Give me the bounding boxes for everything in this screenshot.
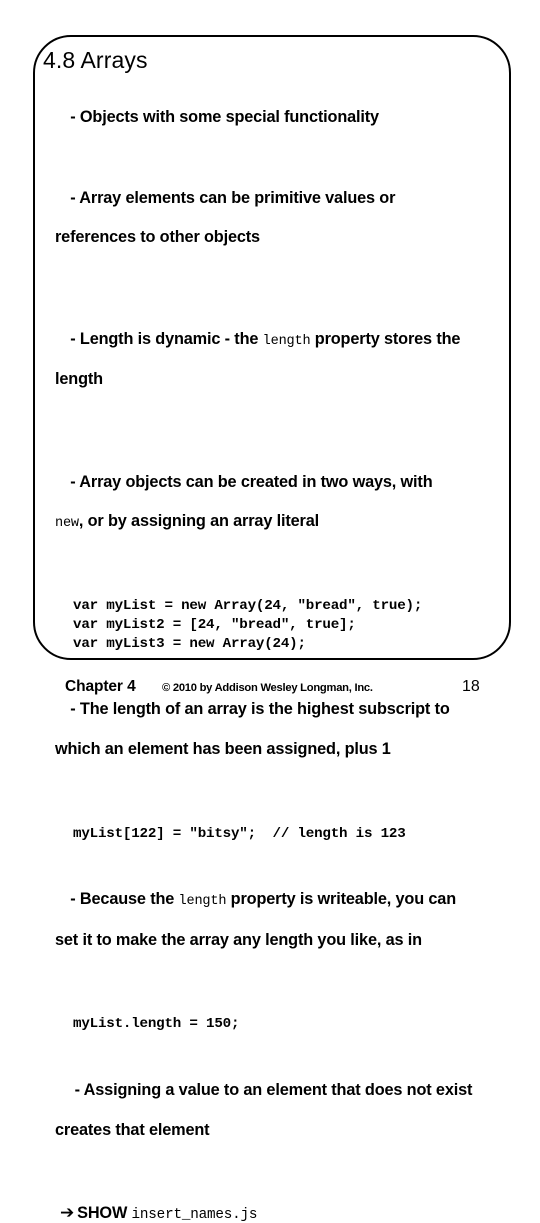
show-label: SHOW: [77, 1203, 128, 1222]
bullet-line-2: creates that element: [55, 1120, 210, 1139]
show-demo-line: ➔ SHOW insert_names.js: [44, 1203, 532, 1223]
bullet-line-2: set it to make the array any length you …: [55, 930, 422, 949]
page-title: 4.8 Arrays: [43, 47, 148, 73]
bullet-line-2: references to other objects: [55, 228, 260, 247]
slide: 4.8 Arrays - Objects with some special f…: [0, 0, 540, 1223]
right-arrow-icon: ➔: [60, 1202, 75, 1223]
bullet-text-post: , or by assigning an array literal: [78, 512, 319, 531]
code-block-array-creation: var myList = new Array(24, "bread", true…: [73, 597, 423, 652]
bullet-line-2: which an element has been assigned, plus…: [55, 740, 391, 759]
show-filename: insert_names.js: [131, 1206, 258, 1223]
footer-chapter-label: Chapter 4: [65, 678, 136, 695]
code-block-subscript-assign: myList[122] = "bitsy"; // length is 123: [73, 825, 406, 842]
bullet-length-dynamic: - Length is dynamic - the length propert…: [44, 310, 532, 430]
bullet-line-2: length: [55, 370, 103, 389]
bullet-text-pre: - Length is dynamic - the: [70, 329, 263, 348]
bullet-line-1: - Assigning a value to an element that d…: [70, 1081, 473, 1100]
footer-page-number: 18: [462, 678, 480, 695]
bullet-text-post: property stores the: [310, 329, 461, 348]
bullet-objects: - Objects with some special functionalit…: [44, 88, 532, 148]
slide-body: - Objects with some special functionalit…: [44, 88, 532, 1223]
bullet-line-1: - Objects with some special functionalit…: [70, 107, 379, 126]
bullet-array-creation: - Array objects can be created in two wa…: [44, 453, 532, 573]
inline-code-new: new: [55, 516, 79, 532]
inline-code-length: length: [262, 333, 311, 349]
bullet-text-pre: - Because the: [70, 890, 179, 909]
bullet-assign-nonexistent: - Assigning a value to an element that d…: [44, 1061, 532, 1180]
bullet-array-elements: - Array elements can be primitive values…: [44, 169, 532, 288]
slide-footer: Chapter 4 © 2010 by Addison Wesley Longm…: [0, 678, 540, 708]
footer-copyright: © 2010 by Addison Wesley Longman, Inc.: [162, 682, 373, 694]
inline-code-length: length: [178, 894, 227, 910]
code-block-set-length: myList.length = 150;: [73, 1016, 240, 1033]
bullet-line-2: new, or by assigning an array literal: [44, 512, 532, 533]
bullet-text-post: property is writeable, you can: [226, 890, 456, 909]
bullet-line-1: - Array objects can be created in two wa…: [70, 472, 433, 491]
bullet-line-1: - Array elements can be primitive values…: [70, 188, 396, 207]
bullet-length-writeable: - Because the length property is writeab…: [44, 871, 532, 991]
